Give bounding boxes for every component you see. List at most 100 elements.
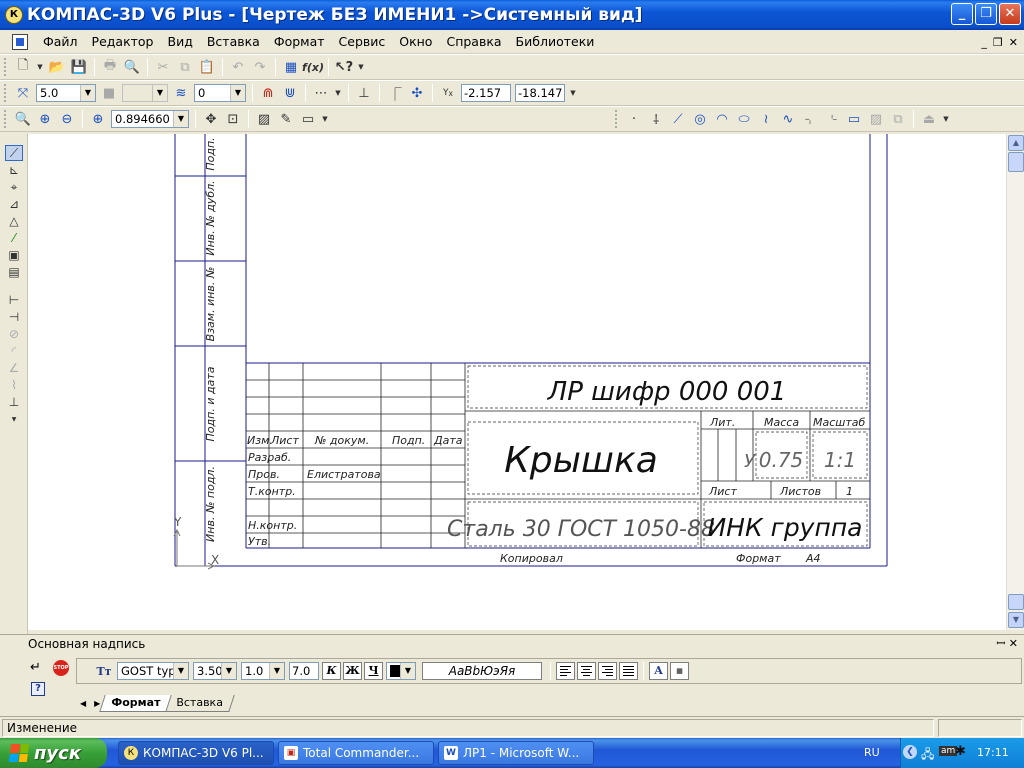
drawing-sheet[interactable]: Подп. Инв. № дубл. Взам. инв. № Подп. и … [28,134,1006,630]
zoom-scale-icon[interactable]: ⊕ [89,110,107,128]
style-combo[interactable]: ▼ [122,84,168,102]
spec-panel-icon[interactable]: ▤ [5,264,23,280]
print-icon[interactable]: 🖶 [101,58,119,76]
menu-window[interactable]: Окно [392,34,439,49]
align-justify-icon[interactable] [619,662,638,680]
geometry-dropdown-icon[interactable]: ▼ [942,110,950,128]
grid-dropdown-icon[interactable]: ▼ [334,84,342,102]
width-field[interactable]: 7.0 [289,662,319,680]
params-panel-icon[interactable]: △ [5,213,23,229]
chevron-down-icon[interactable]: ▼ [152,85,167,101]
title-bar[interactable]: К КОМПАС-3D V6 Plus - [Чертеж БЕЗ ИМЕНИ1… [0,0,1024,30]
mdi-minimize-icon[interactable]: _ [981,36,987,49]
mdi-close-icon[interactable]: ✕ [1009,36,1018,49]
help-dropdown-icon[interactable]: ▼ [357,58,365,76]
coord-x-field[interactable]: -2.157 [461,84,511,102]
geometry-panel-icon[interactable]: ⟋ [5,145,23,161]
text-style-icon[interactable]: A [649,662,668,680]
horizontal-dim-icon[interactable]: ⊣ [5,309,23,325]
radius-dim-icon[interactable]: ◜ [5,343,23,359]
measure-panel-icon[interactable]: ⁄ [5,230,23,246]
menu-editor[interactable]: Редактор [85,34,161,49]
chevron-down-icon[interactable]: ▼ [173,111,188,127]
menu-libraries[interactable]: Библиотеки [509,34,602,49]
designations-panel-icon[interactable]: ⌖ [5,179,23,195]
tray-expand-icon[interactable]: ❮ [903,745,917,759]
redo-icon[interactable]: ↷ [251,58,269,76]
segment-icon[interactable]: ⟋ [669,110,687,128]
ellipse-icon[interactable]: ⬭ [735,110,753,128]
vertical-scrollbar[interactable]: ▲ ▼ [1006,134,1024,630]
dimensions-panel-icon[interactable]: ⊾ [5,162,23,178]
fillet-icon[interactable]: ⌎ [823,110,841,128]
chevron-down-icon[interactable]: ▼ [80,85,95,101]
align-center-icon[interactable] [577,662,596,680]
menu-insert[interactable]: Вставка [200,34,267,49]
align-left-icon[interactable] [556,662,575,680]
snap-point-icon[interactable]: ✣ [408,84,426,102]
line-factor-combo[interactable]: 1.0 ▼ [241,662,285,680]
close-button[interactable]: ✕ [999,3,1021,25]
zoom-in-icon[interactable]: ⊕ [36,110,54,128]
start-button[interactable]: пуск [0,738,107,768]
stop-icon[interactable]: STOP [53,660,69,676]
undo-icon[interactable]: ↶ [229,58,247,76]
pan-icon[interactable]: ✥ [202,110,220,128]
library-icon[interactable]: ⏏ [920,110,938,128]
bold-button[interactable]: Ж [343,662,362,680]
cut-icon[interactable]: ✂ [154,58,172,76]
zoom-window-icon[interactable]: 🔍 [14,110,32,128]
properties-brush-icon[interactable]: ✎ [277,110,295,128]
diameter-dim-icon[interactable]: ⊘ [5,326,23,342]
local-snap-icon[interactable]: ⋓ [281,84,299,102]
bug-icon[interactable]: ✱ [955,744,966,759]
chevron-down-icon[interactable]: ▼ [269,663,284,679]
point-icon[interactable]: · [625,110,643,128]
new-dropdown-icon[interactable]: ▼ [36,58,44,76]
hatch-icon[interactable]: ▨ [867,110,885,128]
network-icon[interactable]: 🖧 [921,745,934,766]
paste-icon[interactable]: 📋 [198,58,216,76]
circle-icon[interactable]: ◎ [691,110,709,128]
toolbar-grip[interactable] [4,110,8,128]
select-panel-icon[interactable]: ▣ [5,247,23,263]
equidistant-icon[interactable]: ⧉ [889,110,907,128]
aux-line-icon[interactable]: ⸸ [647,110,665,128]
tab-insert[interactable]: Вставка [164,695,235,712]
scroll-thumb-lower[interactable] [1008,594,1024,610]
special-chars-icon[interactable]: ▦ [670,662,689,680]
linear-dim-icon[interactable]: ⊢ [5,292,23,308]
help-icon[interactable]: ? [31,682,45,696]
underline-button[interactable]: Ч [364,662,383,680]
toolbar-grip[interactable] [615,110,619,128]
align-right-icon[interactable] [598,662,617,680]
toolbar-grip[interactable] [4,58,8,76]
layer-combo[interactable]: 0 ▼ [194,84,246,102]
new-file-icon[interactable]: 🗋 [14,58,32,76]
tab-format[interactable]: Формат [99,695,173,712]
polyline-icon[interactable]: ≀ [757,110,775,128]
context-help-icon[interactable]: ↖? [335,58,353,76]
view-dropdown-icon[interactable]: ▼ [321,110,329,128]
panel-toggle-icon[interactable]: ▭ [299,110,317,128]
local-cs-icon[interactable]: ⊥ [355,84,373,102]
calculator-icon[interactable]: ▦ [282,58,300,76]
tab-prev-icon[interactable]: ◀ [76,696,90,712]
menu-view[interactable]: Вид [161,34,200,49]
grid-icon[interactable]: ⋯ [312,84,330,102]
height-dim-icon[interactable]: ⊥ [5,394,23,410]
zoom-out-icon[interactable]: ⊖ [58,110,76,128]
scroll-thumb[interactable] [1008,152,1024,172]
scroll-down-icon[interactable]: ▼ [1008,612,1024,628]
function-icon[interactable]: f(x) [302,58,324,76]
task-kompas[interactable]: К КОМПАС-3D V6 Pl... [118,741,274,765]
edit-panel-icon[interactable]: ⊿ [5,196,23,212]
print-preview-icon[interactable]: 🔍 [123,58,141,76]
mdi-restore-icon[interactable]: ❐ [993,36,1003,49]
toolbar-grip[interactable] [4,84,8,102]
drawing-canvas[interactable]: Подп. Инв. № дубл. Взам. инв. № Подп. и … [28,134,1006,630]
pin-close-icon[interactable]: ꟷ ✕ [996,635,1018,653]
layers-icon[interactable]: ≋ [172,84,190,102]
color-combo[interactable]: ▼ [386,662,416,680]
menu-help[interactable]: Справка [439,34,508,49]
